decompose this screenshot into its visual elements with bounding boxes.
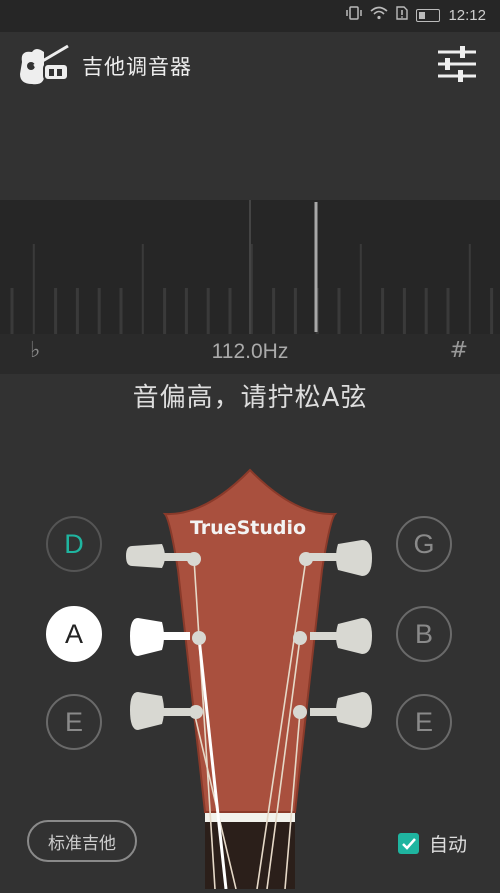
tuning-peg-b[interactable] xyxy=(310,618,372,654)
app-bar: 吉他调音器 xyxy=(0,32,500,96)
string-button-a[interactable]: A xyxy=(46,606,102,662)
string-button-g[interactable]: G xyxy=(396,516,452,572)
auto-checkbox[interactable] xyxy=(398,833,419,854)
string-button-d[interactable]: D xyxy=(46,516,102,572)
status-bar: 12:12 xyxy=(0,0,500,32)
battery-icon xyxy=(416,8,441,22)
string-button-e-low[interactable]: E xyxy=(46,694,102,750)
tuning-meter xyxy=(0,200,500,334)
auto-mode-toggle[interactable]: 自动 xyxy=(398,830,467,857)
sharp-symbol: # xyxy=(449,338,468,363)
vibrate-icon xyxy=(346,6,363,24)
sim-alert-icon xyxy=(396,6,409,24)
checkmark-icon xyxy=(401,837,416,850)
string-button-b[interactable]: B xyxy=(396,606,452,662)
status-time: 12:12 xyxy=(448,6,486,24)
sliders-icon xyxy=(438,46,476,82)
frequency-readout: 112.0Hz xyxy=(211,340,289,363)
brand-logo: TrueStudio xyxy=(190,517,306,539)
meter-scale xyxy=(10,200,494,334)
tuning-peg-e-high[interactable] xyxy=(310,692,372,728)
tuning-peg-a[interactable] xyxy=(130,618,190,656)
tuning-message: 音偏高，请拧松A弦 xyxy=(132,383,368,413)
wifi-icon xyxy=(370,6,388,24)
app-title: 吉他调音器 xyxy=(82,55,192,79)
auto-label: 自动 xyxy=(429,834,468,856)
app-logo-icon xyxy=(16,42,70,90)
settings-sliders-button[interactable] xyxy=(436,44,478,84)
status-icons: 12:12 xyxy=(346,6,486,24)
tuning-peg-e-low[interactable] xyxy=(130,692,190,730)
string-button-e-high[interactable]: E xyxy=(396,694,452,750)
tuning-preset-button[interactable]: 标准吉他 xyxy=(27,820,137,862)
